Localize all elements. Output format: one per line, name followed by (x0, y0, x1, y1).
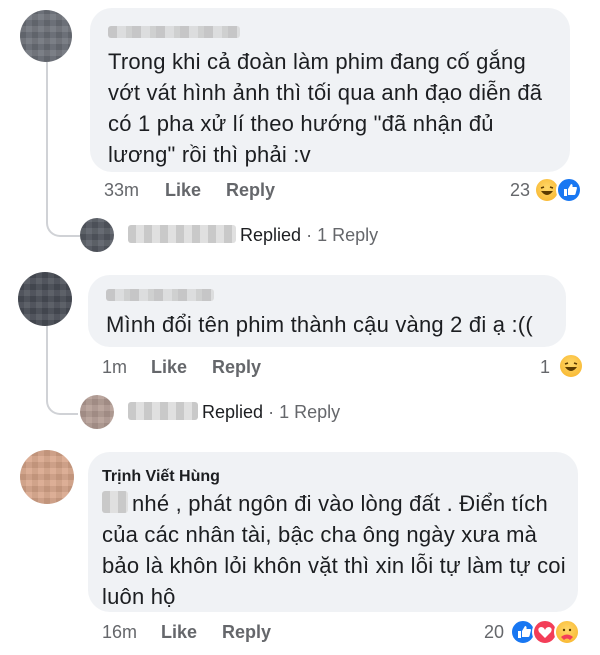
reply-count: 1 Reply (317, 225, 379, 245)
care-icon[interactable] (554, 619, 580, 645)
thread-line (46, 62, 48, 212)
like-button[interactable]: Like (161, 622, 197, 643)
mention-blurred[interactable] (102, 491, 128, 513)
avatar[interactable] (20, 10, 72, 62)
thread-curve (46, 205, 80, 237)
like-button[interactable]: Like (165, 180, 201, 201)
reply-button[interactable]: Reply (222, 622, 271, 643)
reply-summary[interactable]: Replied · 1 Reply (128, 225, 378, 246)
comment-bubble: Trịnh Viết Hùng nhé , phát ngôn đi vào l… (88, 452, 578, 612)
replied-label: Replied (202, 402, 264, 422)
comment-bubble: Trong khi cả đoàn làm phim đang cố gắng … (90, 8, 570, 172)
thread-line (46, 326, 48, 390)
reaction-count[interactable]: 1 (520, 357, 550, 378)
replier-name-blurred (128, 402, 198, 420)
replied-label: Replied (240, 225, 302, 245)
reaction-count[interactable]: 20 (474, 622, 504, 643)
reply-separator: · (306, 225, 313, 245)
reply-summary[interactable]: Replied · 1 Reply (128, 402, 340, 423)
avatar[interactable] (18, 272, 72, 326)
author-name-blurred[interactable] (108, 26, 240, 38)
reply-separator: · (268, 402, 275, 422)
comment-time[interactable]: 1m (102, 357, 127, 378)
comment-bubble: Mình đổi tên phim thành cậu vàng 2 đi ạ … (88, 275, 566, 347)
like-icon[interactable] (556, 177, 582, 203)
comment-text: Mình đổi tên phim thành cậu vàng 2 đi ạ … (106, 312, 533, 337)
comment-text: Trong khi cả đoàn làm phim đang cố gắng … (108, 49, 543, 167)
reply-avatar[interactable] (80, 395, 114, 429)
thread-curve (46, 383, 78, 415)
comment-time[interactable]: 16m (102, 622, 137, 643)
reply-count: 1 Reply (279, 402, 341, 422)
comment-text: nhé , phát ngôn đi vào lòng đất . Điển t… (102, 491, 566, 609)
comment-author[interactable]: Trịnh Viết Hùng (102, 468, 220, 486)
reply-avatar[interactable] (80, 218, 114, 252)
avatar[interactable] (20, 450, 74, 504)
author-name-blurred[interactable] (106, 289, 214, 301)
haha-icon[interactable] (558, 353, 584, 379)
reaction-count[interactable]: 23 (500, 180, 530, 201)
replier-name-blurred (128, 225, 236, 243)
reply-button[interactable]: Reply (226, 180, 275, 201)
comment-time[interactable]: 33m (104, 180, 139, 201)
like-button[interactable]: Like (151, 357, 187, 378)
reply-button[interactable]: Reply (212, 357, 261, 378)
